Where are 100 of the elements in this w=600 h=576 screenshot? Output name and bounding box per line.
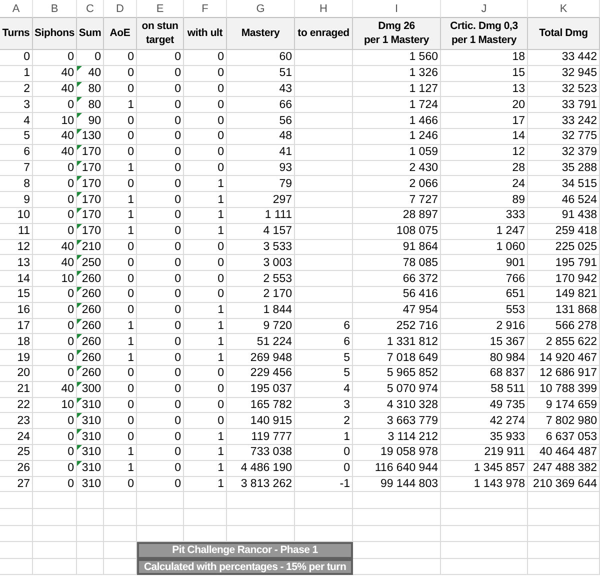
table-cell: 1 059 [353,144,441,161]
column-heading: Mastery [227,18,295,50]
empty-cell [295,128,353,145]
empty-cell [104,508,137,526]
table-cell: 91 438 [528,208,600,224]
table-cell: 1 247 [441,224,528,240]
table-cell: 0 [184,128,227,145]
table-cell: 210 [77,240,104,256]
empty-cell [0,492,33,509]
table-cell: 1 [184,302,227,319]
table-cell: 40 [33,128,77,145]
table-cell: 0 [33,224,77,240]
table-cell: 0 [184,398,227,414]
table-cell: 1 [184,429,227,445]
table-cell: 0 [104,271,137,287]
table-cell: 2 [295,413,353,430]
table-cell: 12 [0,240,33,256]
table-cell: 1 [184,350,227,366]
table-cell: 0 [104,176,137,192]
table-cell: 3 663 779 [353,413,441,430]
table-cell: 0 [184,160,227,176]
table-cell: 131 868 [528,302,600,319]
table-cell: 47 954 [353,302,441,319]
table-cell: 1 143 978 [441,476,528,492]
table-cell: 259 418 [528,224,600,240]
column-heading: Crtic. Dmg 0,3 per 1 Mastery [441,18,528,50]
table-cell: 3 [295,398,353,414]
table-cell: 0 [33,286,77,303]
table-cell: 333 [441,208,528,224]
table-cell: 1 060 [441,240,528,256]
table-cell: 3 533 [227,240,295,256]
table-cell: 18 [0,334,33,350]
table-cell: 4 [295,382,353,398]
table-cell: 0 [184,413,227,430]
table-cell: 252 716 [353,318,441,334]
table-cell: 9 174 659 [528,398,600,414]
table-cell: 8 [0,176,33,192]
table-cell: 5 070 974 [353,382,441,398]
empty-cell [528,492,600,509]
table-cell: 0 [104,144,137,161]
empty-cell [295,208,353,224]
table-cell: 42 274 [441,413,528,430]
table-cell: 79 [227,176,295,192]
table-cell: 2 430 [353,160,441,176]
table-cell: 9 [0,192,33,208]
table-cell: 0 [137,460,184,477]
table-cell: 33 242 [528,113,600,129]
empty-cell [295,255,353,272]
table-cell: 195 037 [227,382,295,398]
empty-cell [33,526,77,542]
table-cell: 247 488 382 [528,460,600,477]
empty-cell [0,526,33,542]
empty-cell [295,50,353,66]
table-cell: 0 [137,476,184,492]
table-cell: 1 246 [353,128,441,145]
table-cell: 0 [137,382,184,398]
table-cell: 7 802 980 [528,413,600,430]
table-cell: 66 372 [353,271,441,287]
table-cell: 651 [441,286,528,303]
empty-cell [184,492,227,509]
table-cell: 0 [137,224,184,240]
table-cell: 35 288 [528,160,600,176]
column-heading: to enraged [295,18,353,50]
table-cell: 24 [0,429,33,445]
empty-cell [295,192,353,208]
table-cell: 250 [77,255,104,272]
table-cell: 13 [0,255,33,272]
table-cell: 1 466 [353,113,441,129]
table-cell: 4 310 328 [353,398,441,414]
empty-cell [33,558,77,576]
table-cell: 0 [104,429,137,445]
empty-cell [295,176,353,192]
table-cell: 2 066 [353,176,441,192]
table-cell: 1 [104,224,137,240]
table-cell: 5 [295,366,353,382]
table-cell: 0 [137,50,184,66]
table-cell: 0 [33,429,77,445]
table-cell: 1 111 [227,208,295,224]
empty-cell [528,526,600,542]
table-cell: 310 [77,413,104,430]
table-cell: 901 [441,255,528,272]
table-cell: 22 [0,398,33,414]
empty-cell [77,558,104,576]
table-cell: 0 [104,240,137,256]
table-cell: 1 [184,318,227,334]
table-cell: -1 [295,476,353,492]
table-cell: 260 [77,318,104,334]
table-cell: 32 379 [528,144,600,161]
table-cell: 566 278 [528,318,600,334]
table-cell: 99 144 803 [353,476,441,492]
table-cell: 0 [33,208,77,224]
empty-cell [295,302,353,319]
table-cell: 2 855 622 [528,334,600,350]
table-cell: 0 [137,271,184,287]
table-cell: 0 [137,413,184,430]
table-cell: 10 788 399 [528,382,600,398]
table-cell: 0 [137,334,184,350]
table-cell: 0 [184,240,227,256]
table-cell: 310 [77,444,104,461]
table-cell: 0 [137,192,184,208]
